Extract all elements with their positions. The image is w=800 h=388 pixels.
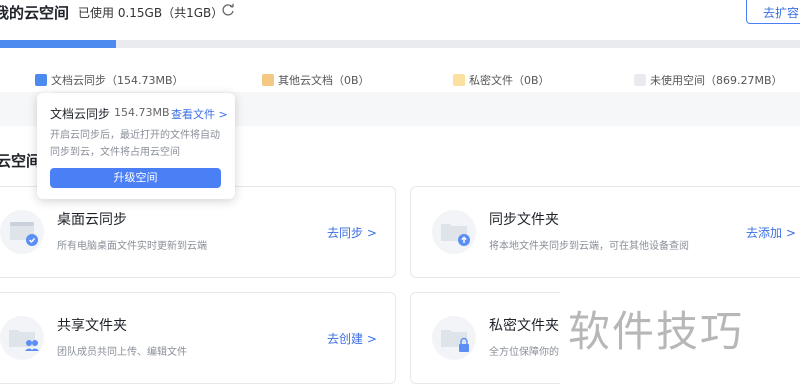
private-folder-icon (432, 316, 476, 360)
popup-title: 文档云同步 (50, 107, 111, 121)
storage-bar-fill (0, 40, 116, 48)
card-title: 桌面云同步 (57, 212, 127, 228)
popup-size: 154.73MB (114, 106, 170, 119)
refresh-icon[interactable] (221, 3, 235, 17)
go-add-link[interactable]: 去添加 > (746, 224, 796, 241)
legend-swatch (35, 74, 47, 86)
shared-folder-icon (0, 316, 44, 360)
legend-swatch (634, 74, 646, 86)
watermark-overlay: 软件技巧 (560, 280, 800, 388)
card-desktop-sync[interactable]: 桌面云同步 所有电脑桌面文件实时更新到云端 去同步 > (0, 186, 396, 278)
legend-swatch (262, 74, 274, 86)
storage-bar (0, 40, 800, 48)
watermark-text: 软件技巧 (568, 307, 745, 356)
legend-doc-sync[interactable]: 文档云同步（154.73MB） (35, 72, 184, 88)
page-title: 我的云空间 (0, 4, 70, 22)
sync-folder-icon (432, 210, 476, 254)
legend-label: 未使用空间（869.27MB） (650, 74, 783, 87)
expand-storage-button[interactable]: 去扩容 (746, 0, 800, 24)
card-sync-folder[interactable]: 同步文件夹 将本地文件夹同步到云端，可在其他设备查阅 去添加 > (410, 186, 800, 278)
desktop-sync-icon (0, 210, 44, 254)
card-desc: 全方位保障你的 (489, 347, 559, 358)
card-title: 共享文件夹 (57, 318, 127, 334)
popup-description: 开启云同步后，最近打开的文件将自动同步到云，文件将占用云空间 (50, 130, 220, 158)
card-desc: 团队成员共同上传、编辑文件 (57, 347, 187, 358)
card-title: 同步文件夹 (489, 212, 559, 228)
legend-swatch (453, 74, 465, 86)
go-sync-link[interactable]: 去同步 > (327, 224, 377, 241)
card-shared-folder[interactable]: 共享文件夹 团队成员共同上传、编辑文件 去创建 > (0, 292, 396, 384)
legend-label: 文档云同步（154.73MB） (51, 74, 184, 87)
go-create-link[interactable]: 去创建 > (327, 330, 377, 347)
section-title: 云空间 (0, 152, 42, 170)
storage-usage-text: 已使用 0.15GB（共1GB） (78, 6, 224, 20)
doc-sync-popup: 文档云同步 154.73MB 查看文件 > 开启云同步后，最近打开的文件将自动同… (37, 93, 235, 199)
legend-label: 其他云文档（0B） (278, 74, 370, 87)
legend-other-docs[interactable]: 其他云文档（0B） (262, 72, 370, 88)
legend-unused: 未使用空间（869.27MB） (634, 72, 783, 88)
card-desc: 将本地文件夹同步到云端，可在其他设备查阅 (489, 241, 689, 252)
view-files-link[interactable]: 查看文件 > (171, 106, 228, 122)
legend-label: 私密文件（0B） (469, 74, 550, 87)
upgrade-storage-button[interactable]: 升级空间 (50, 168, 221, 188)
legend-private-files[interactable]: 私密文件（0B） (453, 72, 550, 88)
card-title: 私密文件夹 (489, 318, 559, 334)
card-desc: 所有电脑桌面文件实时更新到云端 (57, 241, 207, 252)
